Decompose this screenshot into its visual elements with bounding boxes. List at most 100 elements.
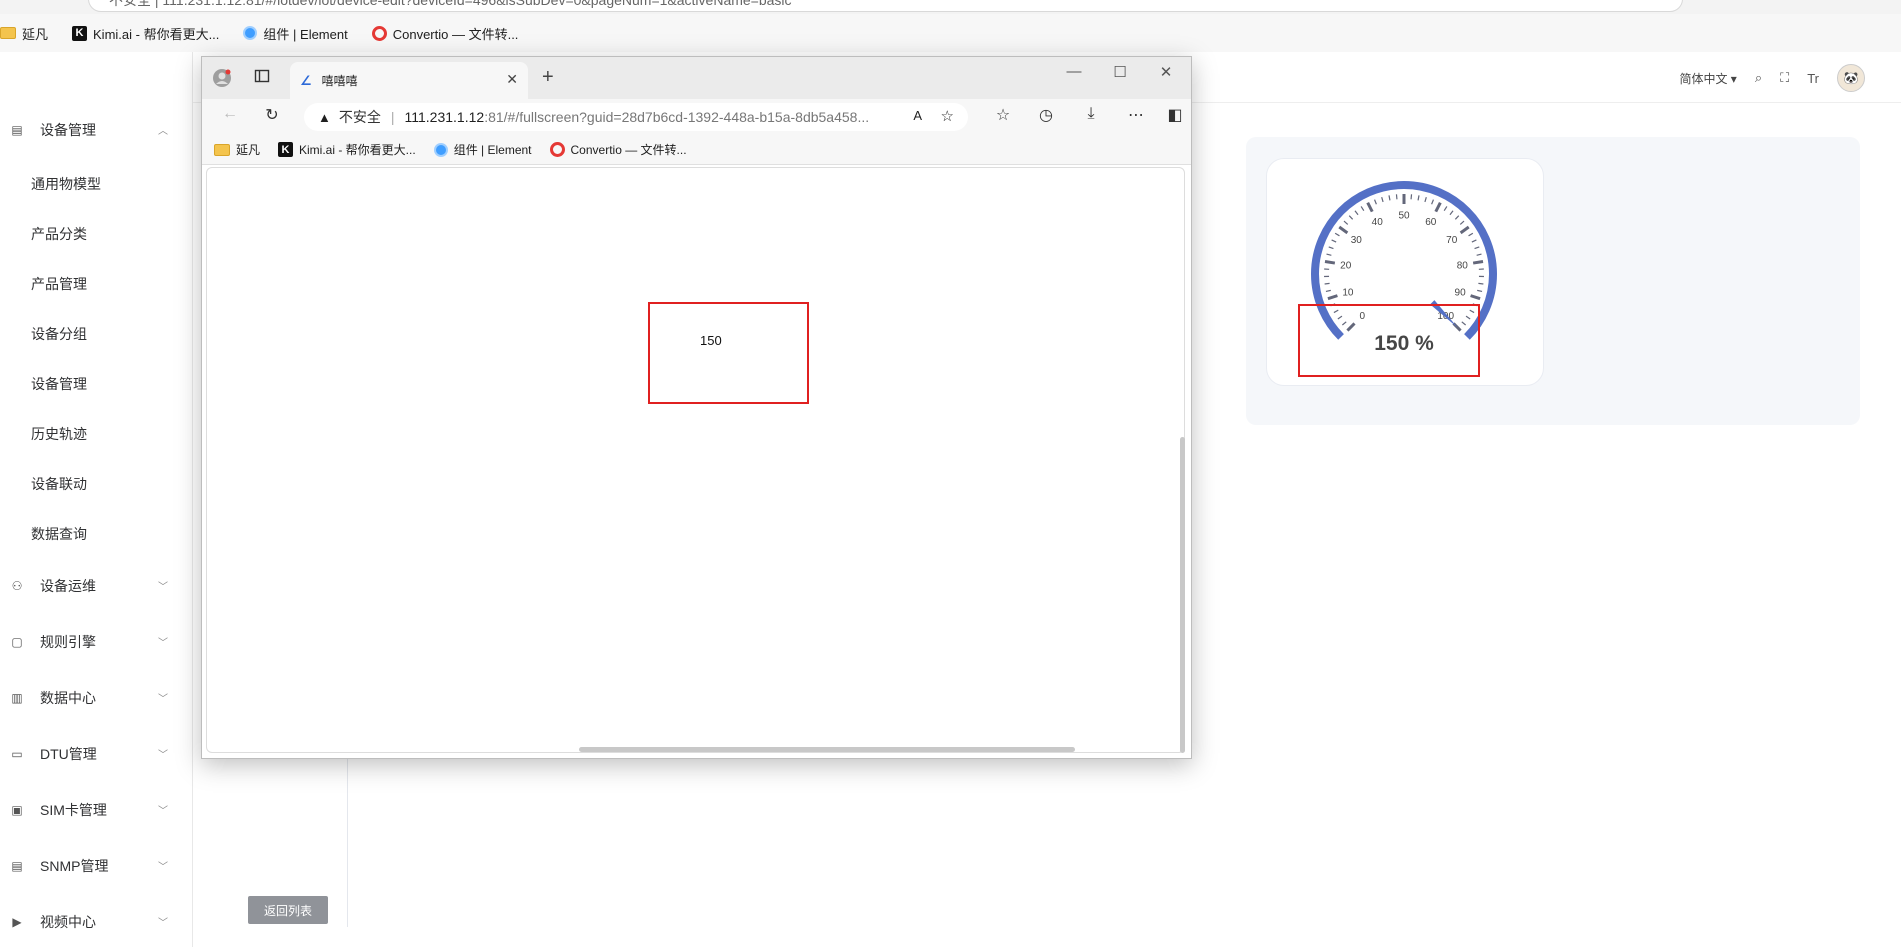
more-icon[interactable]: ⋯ (1124, 105, 1148, 125)
sidebar-item-history-track[interactable]: 历史轨迹 (31, 419, 87, 449)
back-to-list-button[interactable]: 返回列表 (248, 896, 328, 924)
header-actions: 简体中文 ▾ ⌕ ⛶ Tr 🐼 (1679, 64, 1865, 92)
sidebar-group-snmp[interactable]: ▤ SNMP管理 ﹀ (0, 846, 190, 886)
highlight-box-gauge (1298, 304, 1480, 377)
element-icon (243, 26, 258, 40)
gauge-minor-tick (1476, 253, 1482, 256)
tab-active[interactable]: ∠ 嘻嘻嘻 ✕ (290, 62, 528, 99)
kimi-icon: K (278, 142, 294, 157)
maximize-icon[interactable]: ☐ (1105, 63, 1135, 81)
gauge-major-tick (1338, 225, 1349, 235)
vertical-scrollbar[interactable] (1180, 437, 1185, 753)
sidebar-group-label: DTU管理 (40, 746, 97, 762)
sidebar-item-product-category[interactable]: 产品分类 (31, 219, 87, 249)
sidebar-toggle-icon[interactable]: ◧ (1163, 105, 1187, 125)
folder-icon (0, 27, 16, 39)
address-host: 111.231.1.12 (404, 109, 485, 125)
sidebar-group-label: 设备运维 (40, 578, 96, 594)
profile-icon[interactable] (212, 68, 231, 87)
close-window-icon[interactable]: ✕ (1151, 63, 1181, 81)
new-tab-icon[interactable]: + (542, 66, 554, 89)
refresh-icon[interactable]: ↻ (260, 105, 284, 125)
sidebar-group-label: 视频中心 (40, 914, 96, 930)
gauge-tick-label: 50 (1398, 211, 1410, 222)
sidebar-group-device-ops[interactable]: ⚇ 设备运维 ﹀ (0, 566, 190, 606)
bookmark-element[interactable]: 组件 | Element (433, 141, 532, 158)
gauge-minor-tick (1478, 282, 1484, 285)
sidebar-group-rule-engine[interactable]: ▢ 规则引擎 ﹀ (0, 622, 190, 662)
gauge-minor-tick (1443, 206, 1448, 211)
gauge-major-tick (1327, 294, 1338, 301)
back-icon[interactable]: ← (218, 105, 242, 123)
folder-icon (214, 143, 230, 156)
chevron-down-icon: ﹀ (158, 918, 168, 929)
ops-icon: ⚇ (11, 579, 23, 593)
horizontal-scrollbar[interactable] (579, 747, 1075, 752)
insecure-label: 不安全 (338, 109, 381, 125)
video-icon: ▶ (12, 915, 22, 929)
bookmark-label: Convertio — 文件转... (570, 143, 687, 157)
bookmark-convertio[interactable]: Convertio — 文件转... (549, 141, 687, 158)
sidebar-item-generic-model[interactable]: 通用物模型 (31, 169, 101, 199)
bookmark-yanfan[interactable]: 延凡 (214, 141, 260, 158)
sidebar-group-label: SIM卡管理 (40, 802, 107, 818)
history-icon[interactable]: ◷ (1034, 105, 1058, 125)
gauge-major-tick (1434, 202, 1442, 213)
gauge-tick-label: 70 (1446, 235, 1458, 246)
gauge-minor-tick (1348, 215, 1354, 220)
sidebar-group-data-center[interactable]: ▥ 数据中心 ﹀ (0, 678, 190, 718)
bookmark-kimi[interactable]: K Kimi.ai - 帮你看更大... (278, 141, 416, 158)
sidebar-item-product-management[interactable]: 产品管理 (31, 269, 87, 299)
bookmark-kimi[interactable]: K Kimi.ai - 帮你看更大... (72, 24, 219, 43)
sidebar-group-video[interactable]: ▶ 视频中心 ﹀ (0, 902, 190, 942)
gauge-minor-tick (1354, 210, 1359, 216)
search-icon[interactable]: ⌕ (1755, 70, 1762, 86)
gauge-minor-tick (1417, 195, 1420, 201)
sidebar-group-device-management[interactable]: ▤ 设备管理 ︿ (0, 110, 190, 150)
download-icon[interactable]: ⤓ (1079, 105, 1103, 123)
chevron-down-icon: ﹀ (158, 694, 168, 705)
chevron-up-icon: ︿ (158, 126, 168, 137)
sidebar-group-label: 数据中心 (40, 690, 96, 706)
sidebar-item-data-query[interactable]: 数据查询 (31, 519, 87, 549)
language-select[interactable]: 简体中文 ▾ (1679, 70, 1736, 87)
convertio-icon (549, 142, 565, 157)
gauge-minor-tick (1431, 199, 1435, 205)
sidebar-group-dtu[interactable]: ▭ DTU管理 ﹀ (0, 734, 190, 774)
gauge-major-tick (1459, 225, 1470, 235)
tab-actions-icon[interactable] (254, 68, 272, 86)
popup-address-bar[interactable]: ▲ 不安全 | 111.231.1.12:81/#/fullscreen?gui… (304, 103, 968, 131)
gauge-minor-tick (1331, 239, 1337, 243)
bookmark-label: 延凡 (236, 143, 261, 157)
minimize-icon[interactable]: — (1059, 63, 1089, 80)
avatar[interactable]: 🐼 (1837, 64, 1865, 92)
chevron-down-icon: ﹀ (158, 806, 168, 817)
chevron-down-icon: ﹀ (158, 638, 168, 649)
sidebar-item-device-management[interactable]: 设备管理 (31, 369, 87, 399)
gauge-minor-tick (1474, 246, 1480, 250)
popup-window: ∠ 嘻嘻嘻 ✕ + — ☐ ✕ ← ↻ ▲ 不安全 | 111.231.1.12… (201, 56, 1192, 759)
sidebar-group-label: 规则引擎 (40, 634, 96, 650)
bookmark-label: Kimi.ai - 帮你看更大... (299, 143, 416, 157)
highlight-box-popup (648, 302, 809, 404)
gauge-minor-tick (1324, 282, 1330, 285)
gauge-minor-tick (1381, 197, 1384, 203)
gauge-major-tick (1324, 260, 1336, 265)
sidebar-item-device-group[interactable]: 设备分组 (31, 319, 87, 349)
sidebar-group-sim[interactable]: ▣ SIM卡管理 ﹀ (0, 790, 190, 830)
bookmark-element[interactable]: 组件 | Element (243, 24, 348, 43)
gauge-tick-label: 20 (1340, 260, 1352, 271)
address-separator: | (390, 109, 395, 125)
sidebar-item-device-linkage[interactable]: 设备联动 (31, 469, 87, 499)
favorite-star-icon[interactable]: ☆ (941, 107, 954, 125)
fullscreen-icon[interactable]: ⛶ (1780, 70, 1789, 86)
close-tab-icon[interactable]: ✕ (506, 71, 518, 88)
bookmark-yanfan[interactable]: 延凡 (0, 24, 48, 43)
outer-address-bar[interactable]: 不安全 | 111.231.1.12:81/#/iotdev/iot/devic… (88, 0, 1683, 12)
gauge-minor-tick (1459, 220, 1465, 225)
favorites-icon[interactable]: ☆ (991, 105, 1015, 125)
font-size-icon[interactable]: Tr (1807, 71, 1819, 86)
read-aloud-icon[interactable]: A (913, 108, 922, 123)
gauge-minor-tick (1334, 232, 1340, 237)
bookmark-convertio[interactable]: Convertio — 文件转... (371, 24, 518, 43)
